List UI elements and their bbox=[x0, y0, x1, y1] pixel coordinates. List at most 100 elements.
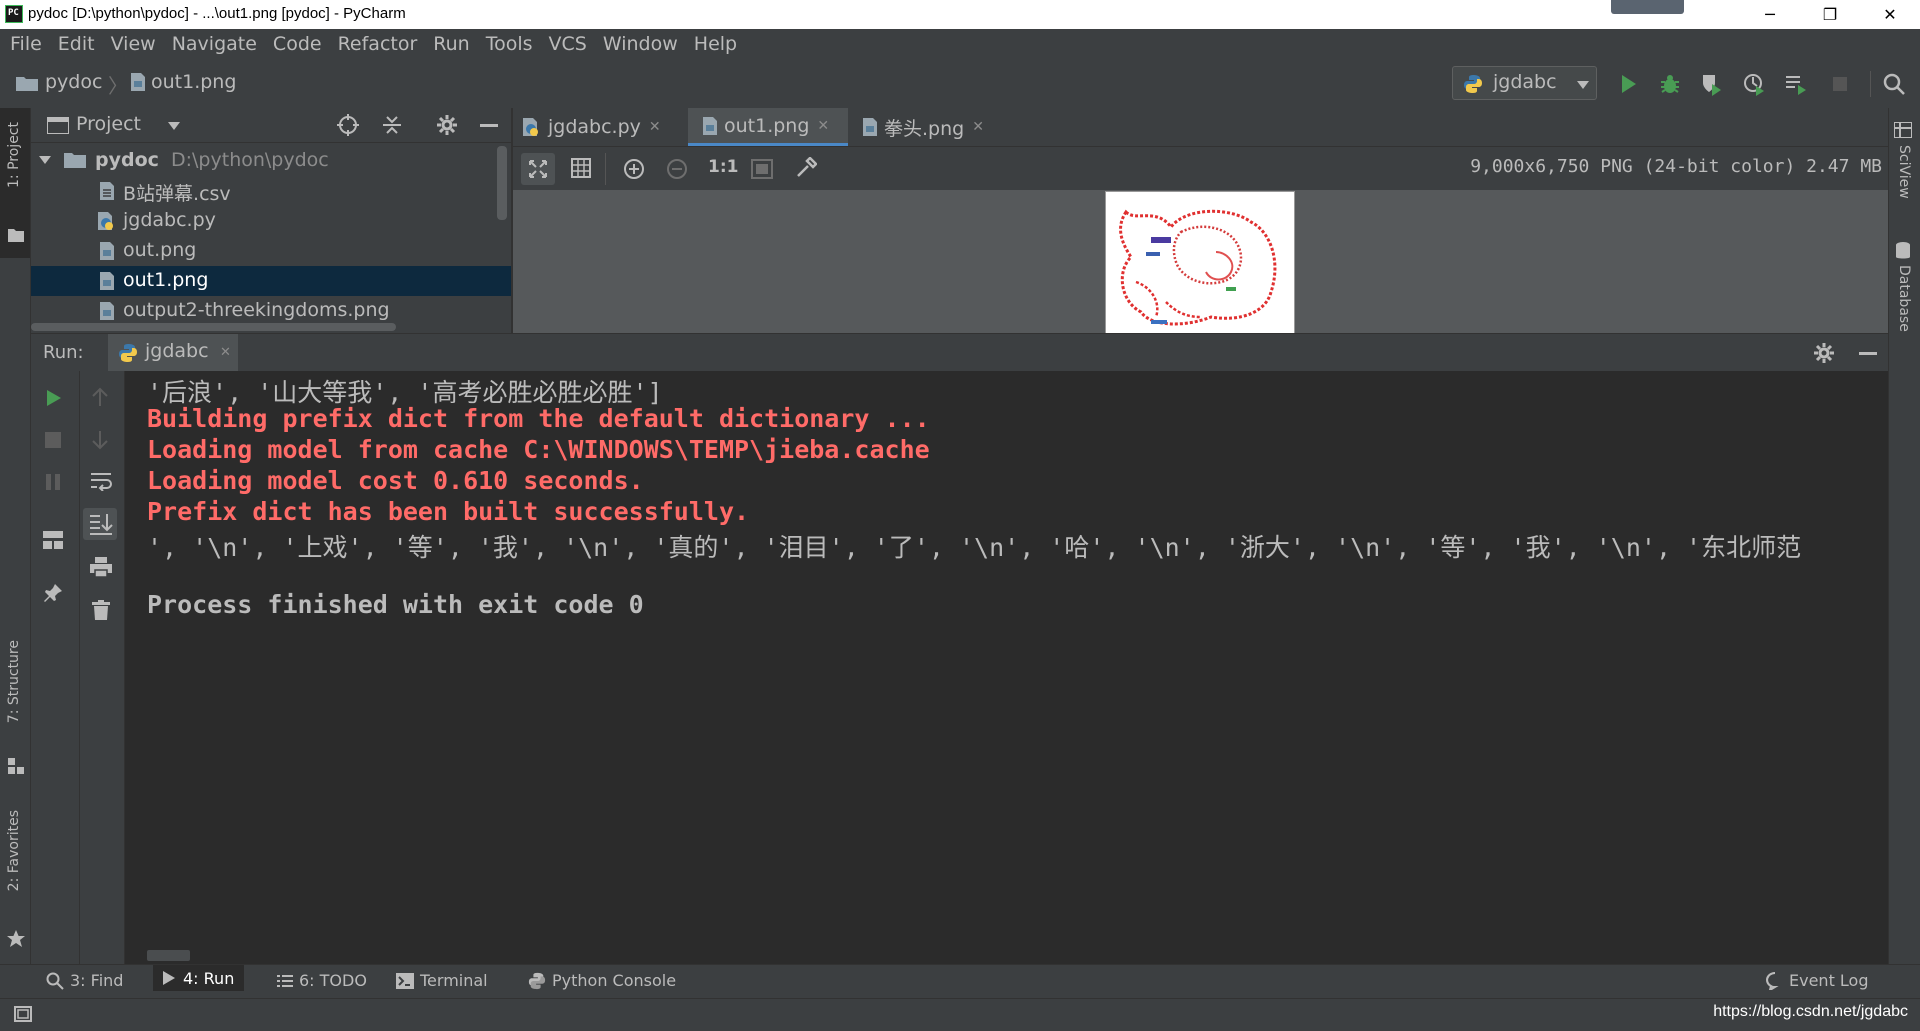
console-horizontal-scrollbar[interactable] bbox=[147, 950, 190, 961]
stripe-button-structure[interactable]: 7: Structure bbox=[0, 640, 30, 780]
close-tab-icon[interactable]: ✕ bbox=[972, 119, 984, 135]
soft-wrap-icon[interactable] bbox=[90, 471, 112, 491]
grid-icon[interactable] bbox=[571, 158, 591, 178]
tab-jgdabc-py[interactable]: jgdabc.py ✕ bbox=[522, 108, 680, 146]
tree-file-row[interactable]: output2-threekingdoms.png bbox=[31, 296, 511, 324]
rerun-icon[interactable] bbox=[43, 388, 63, 408]
tool-python-console[interactable]: Python Console bbox=[528, 971, 676, 990]
run-configuration-label: jgdabc bbox=[1493, 71, 1557, 93]
tree-file-row-selected[interactable]: out1.png bbox=[31, 266, 511, 296]
project-panel-title[interactable]: Project bbox=[76, 113, 141, 135]
run-tab-jgdabc[interactable]: jgdabc ✕ bbox=[108, 334, 238, 372]
pin-icon[interactable] bbox=[43, 583, 63, 603]
tool-run[interactable]: 4: Run bbox=[153, 965, 245, 991]
toolbar-divider bbox=[79, 371, 80, 964]
restore-button[interactable]: ❐ bbox=[1800, 0, 1860, 29]
image-file-icon bbox=[862, 117, 878, 137]
up-arrow-icon[interactable] bbox=[91, 387, 109, 407]
zoom-out-icon[interactable] bbox=[666, 158, 688, 180]
list-icon bbox=[277, 974, 293, 988]
close-tab-icon[interactable]: ✕ bbox=[817, 118, 829, 134]
trash-icon[interactable] bbox=[92, 600, 110, 620]
menu-view[interactable]: View bbox=[111, 33, 156, 55]
search-icon[interactable] bbox=[1882, 72, 1906, 96]
tree-file-row[interactable]: out.png bbox=[31, 236, 511, 266]
menu-vcs[interactable]: VCS bbox=[549, 33, 587, 55]
horizontal-scrollbar[interactable] bbox=[31, 323, 396, 331]
menu-navigate[interactable]: Navigate bbox=[172, 33, 257, 55]
menu-window[interactable]: Window bbox=[603, 33, 678, 55]
pause-icon[interactable] bbox=[45, 474, 61, 490]
hide-icon[interactable] bbox=[480, 124, 498, 127]
toggle-tool-windows-icon[interactable] bbox=[14, 1006, 32, 1022]
minimize-button[interactable]: ─ bbox=[1740, 0, 1800, 29]
zoom-in-icon[interactable] bbox=[623, 158, 645, 180]
menu-code[interactable]: Code bbox=[273, 33, 322, 55]
tool-event-log[interactable]: Event Log bbox=[1765, 971, 1869, 990]
locate-icon[interactable] bbox=[337, 114, 359, 136]
actual-size-button[interactable]: 1:1 bbox=[708, 157, 738, 177]
stop-icon[interactable] bbox=[45, 432, 61, 448]
close-tab-icon[interactable]: ✕ bbox=[220, 345, 231, 360]
tab-out1-png[interactable]: out1.png ✕ bbox=[688, 108, 848, 146]
image-preview bbox=[1105, 191, 1295, 334]
layout-icon[interactable] bbox=[43, 531, 63, 549]
console-line-error: Prefix dict has been built successfully. bbox=[147, 497, 750, 526]
breadcrumb-file[interactable]: out1.png bbox=[151, 71, 236, 93]
debug-icon[interactable] bbox=[1658, 72, 1682, 96]
breadcrumb-project[interactable]: pydoc bbox=[45, 71, 102, 93]
gear-icon[interactable] bbox=[436, 114, 458, 136]
title-bar: PC pydoc [D:\python\pydoc] - ...\out1.pn… bbox=[0, 0, 1920, 29]
tree-root-path: D:\python\pydoc bbox=[171, 149, 329, 171]
hide-icon[interactable] bbox=[1859, 352, 1877, 355]
profile-icon[interactable] bbox=[1742, 72, 1766, 96]
color-picker-icon[interactable] bbox=[795, 157, 817, 179]
run-configuration-select[interactable]: jgdabc bbox=[1452, 66, 1597, 100]
stripe-label-database[interactable]: Database bbox=[1896, 265, 1912, 332]
menu-help[interactable]: Help bbox=[694, 33, 737, 55]
stripe-button-favorites[interactable]: 2: Favorites bbox=[0, 810, 30, 960]
search-icon bbox=[46, 972, 64, 990]
tool-find[interactable]: 3: Find bbox=[46, 971, 123, 990]
run-icon[interactable] bbox=[1616, 72, 1640, 96]
window-title: pydoc [D:\python\pydoc] - ...\out1.png [… bbox=[28, 5, 406, 22]
concurrency-icon[interactable] bbox=[1784, 72, 1808, 96]
gear-icon[interactable] bbox=[1813, 342, 1835, 364]
project-panel-header: Project bbox=[31, 108, 511, 143]
tool-python-console-label: Python Console bbox=[552, 971, 677, 990]
star-icon bbox=[7, 930, 25, 948]
python-file-icon bbox=[118, 343, 138, 363]
collapse-icon[interactable] bbox=[381, 114, 403, 136]
stripe-button-project[interactable]: 1: Project bbox=[0, 108, 30, 258]
coverage-icon[interactable] bbox=[1700, 72, 1724, 96]
chevron-down-icon[interactable] bbox=[168, 122, 180, 130]
tab-quantou-png[interactable]: 拳头.png ✕ bbox=[862, 108, 1007, 146]
close-button[interactable]: ✕ bbox=[1860, 0, 1920, 29]
run-panel-label: Run: bbox=[43, 342, 84, 363]
menu-run[interactable]: Run bbox=[433, 33, 469, 55]
close-tab-icon[interactable]: ✕ bbox=[649, 119, 661, 135]
menu-edit[interactable]: Edit bbox=[58, 33, 95, 55]
stripe-label-sciview[interactable]: SciView bbox=[1896, 145, 1912, 199]
down-arrow-icon[interactable] bbox=[91, 430, 109, 450]
fit-zoom-icon[interactable] bbox=[751, 159, 773, 179]
tree-file-name: B站弹幕.csv bbox=[123, 183, 231, 205]
tree-file-row[interactable]: jgdabc.py bbox=[31, 206, 511, 236]
image-file-icon bbox=[99, 241, 115, 261]
menu-tools[interactable]: Tools bbox=[486, 33, 533, 55]
tool-terminal[interactable]: Terminal bbox=[396, 971, 488, 990]
run-toolbar bbox=[31, 371, 125, 964]
tool-todo[interactable]: 6: TODO bbox=[277, 971, 367, 990]
folder-icon bbox=[64, 152, 86, 168]
tree-root[interactable]: pydoc D:\python\pydoc bbox=[31, 146, 511, 176]
stop-icon[interactable] bbox=[1828, 72, 1852, 96]
menu-file[interactable]: File bbox=[10, 33, 42, 55]
fit-icon[interactable] bbox=[521, 153, 555, 185]
terminal-icon bbox=[396, 972, 414, 989]
scroll-to-end-icon[interactable] bbox=[83, 508, 117, 540]
vertical-scrollbar[interactable] bbox=[497, 146, 507, 220]
tree-file-row[interactable]: B站弹幕.csv bbox=[31, 176, 511, 206]
python-console-icon bbox=[528, 972, 546, 990]
menu-refactor[interactable]: Refactor bbox=[338, 33, 418, 55]
print-icon[interactable] bbox=[90, 557, 112, 577]
